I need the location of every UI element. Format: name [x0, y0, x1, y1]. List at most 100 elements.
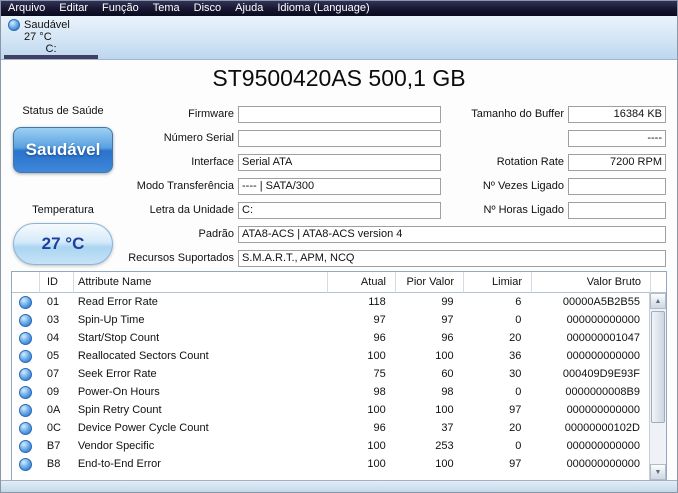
health-status-icon — [19, 385, 33, 399]
attribute-raw-cell: 000000000000 — [566, 440, 640, 452]
power-on-hours-label: Nº Horas Ligado — [483, 204, 564, 216]
health-status-icon — [19, 457, 33, 471]
menu-item-disco[interactable]: Disco — [187, 1, 229, 16]
scroll-down-icon[interactable]: ▼ — [650, 464, 666, 480]
firmware-value-box — [238, 106, 441, 123]
menu-item-funcao[interactable]: Função — [95, 1, 146, 16]
health-status-icon — [19, 295, 33, 309]
menu-item-editar[interactable]: Editar — [52, 1, 95, 16]
attribute-current-cell: 100 — [367, 458, 386, 470]
transfer-mode-value-box: ---- | SATA/300 — [238, 178, 441, 195]
scroll-up-icon[interactable]: ▲ — [650, 293, 666, 309]
attribute-worst-cell: 253 — [435, 440, 454, 452]
header-current[interactable]: Atual — [328, 271, 396, 293]
disk-tab-c[interactable]: Saudável 27 °C C: — [4, 17, 98, 59]
table-row[interactable]: B8 End-to-End Error 100 100 97 000000000… — [12, 455, 649, 473]
buffer-size-value-box: 16384 KB — [568, 106, 666, 123]
rotation-rate-label: Rotation Rate — [496, 156, 564, 168]
attribute-threshold-cell: 97 — [509, 458, 522, 470]
temperature-badge[interactable]: 27 °C — [13, 223, 113, 265]
unlabeled-value-box: ---- — [568, 130, 666, 147]
header-name[interactable]: Attribute Name — [74, 271, 328, 293]
health-status-button[interactable]: Saudável — [13, 127, 113, 173]
smart-attribute-table: ID Attribute Name Atual Pior Valor Limia… — [11, 271, 667, 481]
header-threshold[interactable]: Limiar — [464, 271, 532, 293]
attribute-raw-cell: 000000000000 — [566, 404, 640, 416]
attribute-worst-cell: 37 — [441, 422, 454, 434]
header-worst[interactable]: Pior Valor — [396, 271, 464, 293]
table-row[interactable]: 05 Reallocated Sectors Count 100 100 36 … — [12, 347, 649, 365]
attribute-id-cell: 07 — [46, 368, 60, 380]
attribute-status-cell — [12, 457, 40, 471]
attribute-raw-cell: 000000000000 — [566, 350, 640, 362]
attribute-threshold-cell: 97 — [509, 404, 522, 416]
attribute-id-cell: B8 — [46, 458, 61, 470]
disk-health-icon — [8, 19, 20, 31]
table-row[interactable]: 09 Power-On Hours 98 98 0 0000000008B9 — [12, 383, 649, 401]
attribute-status-cell — [12, 349, 40, 363]
drive-letter-value-box: C: — [238, 202, 441, 219]
header-status-col — [12, 271, 40, 293]
attribute-current-cell: 75 — [373, 368, 386, 380]
table-row[interactable]: B7 Vendor Specific 100 253 0 00000000000… — [12, 437, 649, 455]
table-row[interactable]: 03 Spin-Up Time 97 97 0 000000000000 — [12, 311, 649, 329]
health-status-icon — [19, 439, 33, 453]
attribute-name-cell: Vendor Specific — [77, 440, 155, 452]
health-status-icon — [19, 367, 33, 381]
standard-label: Padrão — [198, 228, 234, 240]
attribute-worst-cell: 100 — [435, 404, 454, 416]
power-on-count-value-box — [568, 178, 666, 195]
attribute-name-cell: Read Error Rate — [77, 296, 158, 308]
disk-tab-drive-letter: C: — [45, 43, 57, 55]
attribute-status-cell — [12, 439, 40, 453]
attribute-current-cell: 100 — [367, 350, 386, 362]
menu-item-tema[interactable]: Tema — [146, 1, 187, 16]
health-status-icon — [19, 349, 33, 363]
attribute-name-cell: End-to-End Error — [77, 458, 161, 470]
attribute-worst-cell: 99 — [441, 296, 454, 308]
attribute-worst-cell: 98 — [441, 386, 454, 398]
table-row[interactable]: 0C Device Power Cycle Count 96 37 20 000… — [12, 419, 649, 437]
health-status-label: Status de Saúde — [22, 105, 104, 117]
attribute-worst-cell: 97 — [441, 314, 454, 326]
table-scrollbar[interactable]: ▲ ▼ — [649, 293, 666, 480]
attribute-name-cell: Spin Retry Count — [77, 404, 162, 416]
interface-label: Interface — [191, 156, 234, 168]
attribute-threshold-cell: 0 — [515, 440, 522, 452]
attribute-threshold-cell: 30 — [509, 368, 522, 380]
attribute-threshold-cell: 36 — [509, 350, 522, 362]
table-row[interactable]: 0A Spin Retry Count 100 100 97 000000000… — [12, 401, 649, 419]
smart-table-body: 01 Read Error Rate 118 99 6 00000A5B2B55… — [12, 293, 649, 480]
attribute-id-cell: 09 — [46, 386, 60, 398]
attribute-current-cell: 100 — [367, 440, 386, 452]
health-status-icon — [19, 331, 33, 345]
menu-item-arquivo[interactable]: Arquivo — [1, 1, 52, 16]
disk-tab-status: Saudável — [24, 19, 70, 31]
table-row[interactable]: 01 Read Error Rate 118 99 6 00000A5B2B55 — [12, 293, 649, 311]
scrollbar-thumb[interactable] — [651, 311, 665, 423]
attribute-raw-cell: 000000000000 — [566, 314, 640, 326]
attribute-raw-cell: 00000000102D — [564, 422, 640, 434]
attribute-raw-cell: 0000000008B9 — [565, 386, 640, 398]
attribute-name-cell: Seek Error Rate — [77, 368, 157, 380]
disk-selector-bar: Saudável 27 °C C: — [1, 16, 677, 60]
attribute-worst-cell: 100 — [435, 350, 454, 362]
firmware-label: Firmware — [188, 108, 234, 120]
attribute-raw-cell: 00000A5B2B55 — [562, 296, 640, 308]
table-row[interactable]: 07 Seek Error Rate 75 60 30 000409D9E93F — [12, 365, 649, 383]
attribute-current-cell: 96 — [373, 422, 386, 434]
header-raw[interactable]: Valor Bruto — [532, 271, 651, 293]
table-row[interactable]: 04 Start/Stop Count 96 96 20 00000000104… — [12, 329, 649, 347]
header-id[interactable]: ID — [40, 271, 74, 293]
health-status-icon — [19, 403, 33, 417]
supported-features-label: Recursos Suportados — [128, 252, 234, 264]
attribute-id-cell: 01 — [46, 296, 60, 308]
attribute-raw-cell: 000000001047 — [566, 332, 640, 344]
attribute-raw-cell: 000000000000 — [566, 458, 640, 470]
attribute-threshold-cell: 20 — [509, 332, 522, 344]
menu-item-idioma-language[interactable]: Idioma (Language) — [270, 1, 376, 16]
attribute-current-cell: 100 — [367, 404, 386, 416]
menu-item-ajuda[interactable]: Ajuda — [228, 1, 270, 16]
attribute-status-cell — [12, 421, 40, 435]
attribute-id-cell: 0A — [46, 404, 61, 416]
